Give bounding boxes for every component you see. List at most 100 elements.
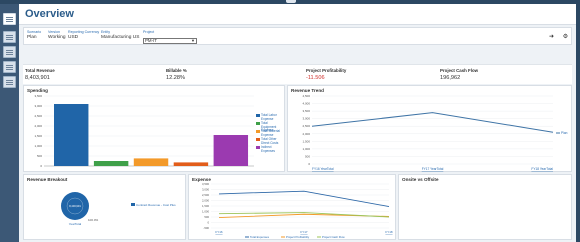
tasks-icon[interactable]: [3, 76, 16, 88]
legend-swatch: [256, 114, 260, 117]
kpi-label: Project Profitability: [306, 68, 347, 73]
kpi-value: 196,962: [440, 75, 461, 81]
legend-label: Project Cash Flow: [322, 235, 346, 239]
legend-label: Total Labor Expense: [261, 113, 277, 121]
y-tick-label: 0: [308, 162, 310, 166]
bar: [173, 162, 209, 166]
y-tick-label: 3,500: [202, 182, 209, 186]
kpi-label: Total Revenue: [25, 68, 55, 73]
y-tick-label: 4,000: [302, 102, 310, 106]
pov-entity[interactable]: Entity Manufacturing US: [101, 30, 139, 40]
y-tick-label: 3,000: [302, 117, 310, 121]
y-tick-label: 0: [207, 221, 209, 225]
kpi-project-profitability[interactable]: Project Profitability -11.506: [306, 68, 346, 81]
panel-title: Onsite vs Offsite: [402, 177, 439, 182]
kpi-project-cash-flow[interactable]: Project Cash Flow 196,962: [440, 68, 478, 81]
pov-value[interactable]: Manufacturing US: [101, 35, 139, 40]
kpi-total-revenue[interactable]: Total Revenue 8,403,901: [25, 68, 55, 81]
y-tick-label: 1,000: [34, 144, 42, 148]
pov-label: Reporting Currency: [68, 30, 100, 34]
x-tick-label: FY18: [385, 230, 393, 234]
pov-value[interactable]: Plan: [27, 35, 41, 40]
pov-label: Entity: [101, 30, 110, 34]
project-select-value: PM-IT: [145, 38, 157, 43]
revenue-breakout-panel: Revenue Breakout 8,403,901 YearTotal 100.0…: [23, 174, 186, 240]
series-line: [311, 112, 554, 133]
y-tick-label: 1,500: [202, 204, 209, 208]
y-tick-label: 1,000: [302, 147, 310, 151]
y-tick-label: 3,000: [34, 104, 42, 108]
project-select[interactable]: PM-IT ▼: [143, 38, 197, 44]
spending-chart: 3,500 3,000 2,500 2,000 1,500 1,000 500 0: [34, 94, 254, 168]
expense-chart: 3,500 3,0002,500 2,0001,500 1,000500 0-500 FY…: [202, 182, 393, 239]
pov-currency[interactable]: Reporting Currency USD: [68, 30, 99, 40]
kpi-value: 8,403,901: [25, 75, 50, 81]
pov-value[interactable]: Working: [48, 35, 66, 40]
kpi-billable[interactable]: Billable % 12.28%: [166, 68, 187, 81]
kpi-row: Total Revenue 8,403,901 Billable % 12.28…: [23, 64, 572, 84]
x-tick-label: FY16 YearTotal: [312, 167, 334, 171]
legend-swatch: [256, 130, 260, 133]
legend-label: Total Material Expense: [261, 129, 280, 137]
arrow-right-icon[interactable]: ➜: [546, 32, 557, 42]
pov-value[interactable]: USD: [68, 35, 99, 40]
y-tick-label: 500: [305, 154, 310, 158]
y-tick-label: 2,000: [202, 199, 209, 203]
y-tick-label: 4,500: [302, 94, 310, 98]
bar: [54, 104, 89, 166]
x-tick-label: FY17 YearTotal: [422, 167, 444, 171]
y-tick-label: -500: [203, 226, 209, 230]
pie-center-label: 8,403,901: [69, 204, 81, 208]
kpi-value: 12.28%: [166, 75, 185, 81]
pov-label: Scenario: [27, 30, 42, 34]
y-tick-label: 2,000: [302, 132, 310, 136]
pov-version[interactable]: Version Working: [48, 30, 66, 40]
revenue-breakout-chart: 8,403,901 YearTotal 100.0% Contract Revenue…: [61, 192, 176, 226]
bar: [133, 158, 169, 166]
onsite-offsite-panel: Onsite vs Offsite: [398, 174, 572, 240]
y-tick-label: 1,000: [202, 210, 209, 214]
x-tick-label: FY16: [215, 230, 223, 234]
y-tick-label: 1,500: [302, 139, 310, 143]
revenue-trend-panel: Revenue Trend 4,500 4,000 3,500 3,000 2,500 2…: [287, 85, 572, 172]
y-tick-label: 500: [204, 215, 209, 219]
legend-label: Total Expenses: [250, 235, 270, 239]
legend-item[interactable]: Indirect Expenses: [256, 145, 283, 153]
chevron-down-icon: ▼: [191, 38, 195, 43]
bar: [93, 161, 129, 166]
series-line: [218, 190, 390, 207]
y-tick-label: 2,500: [302, 124, 310, 128]
sidebar: [0, 4, 19, 242]
legend-label: Plan: [561, 131, 568, 135]
y-tick-label: 3,500: [34, 94, 42, 98]
top-handle[interactable]: [286, 0, 296, 3]
reports-icon[interactable]: [3, 46, 16, 58]
legend-label: Contract Revenue - Cost Plus: [136, 203, 176, 207]
main-area: Overview Scenario Plan Version Working R…: [19, 4, 576, 242]
page-title: Overview: [25, 8, 74, 20]
title-bar: Overview: [19, 4, 576, 25]
y-tick-label: 2,500: [202, 193, 209, 197]
y-tick-label: 2,000: [34, 124, 42, 128]
pie-percent-label: 100.0%: [88, 218, 99, 222]
pie-footer-label: YearTotal: [69, 222, 82, 226]
forms-icon[interactable]: [3, 31, 16, 43]
pov-bar: Scenario Plan Version Working Reporting …: [23, 27, 572, 45]
revenue-trend-chart: 4,500 4,000 3,500 3,000 2,500 2,000 1,500 1,000…: [302, 94, 568, 171]
legend-label: Indirect Expenses: [261, 145, 275, 153]
dashboard-icon[interactable]: [3, 13, 16, 25]
y-tick-label: 1,500: [34, 134, 42, 138]
y-tick-label: 500: [37, 154, 42, 158]
kpi-label: Billable %: [166, 68, 187, 73]
legend-swatch: [256, 122, 260, 125]
pov-scenario[interactable]: Scenario Plan: [27, 30, 41, 40]
analysis-icon[interactable]: [3, 61, 16, 73]
legend-swatch: [256, 138, 260, 141]
kpi-value: -11.506: [306, 75, 325, 81]
spending-panel: Spending 3,500 3,000 2,500 2,000 1,500 1,000 5…: [23, 85, 285, 172]
gear-icon[interactable]: ⚙: [560, 32, 571, 42]
legend-swatch: [256, 146, 260, 149]
y-tick-label: 3,500: [302, 109, 310, 113]
legend-label: Total Other Direct Costs: [261, 137, 279, 145]
pov-project[interactable]: Project PM-IT ▼: [143, 30, 199, 45]
